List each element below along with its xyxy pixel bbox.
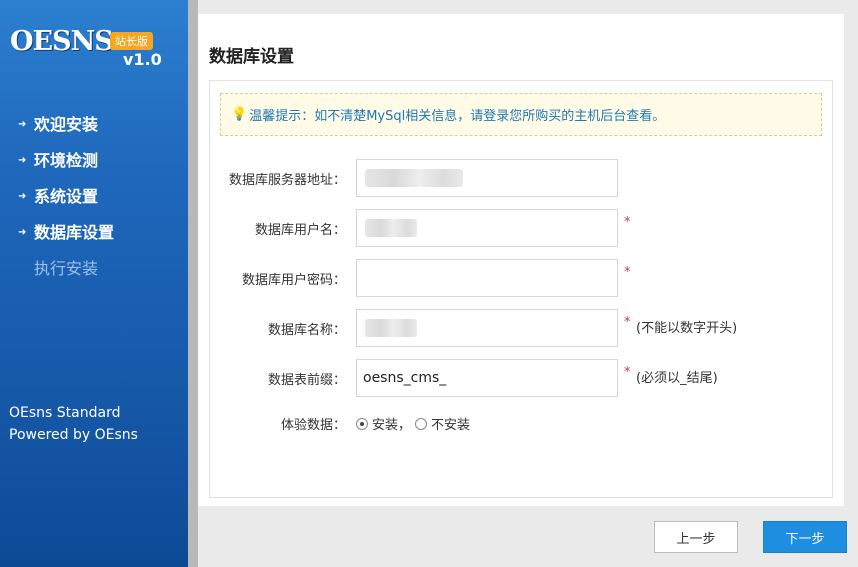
sidebar: OESNS 站长版 v1.0 ➜ 欢迎安装 ➜ 环境检测 ➜ 系统设置 ➜ 数据库设置 … (0, 0, 188, 567)
demo-data-install-option[interactable]: 安装， (356, 414, 411, 433)
db-name-input[interactable] (356, 309, 618, 347)
nav-item-label: 执行安装 (34, 259, 99, 278)
lightbulb-icon: 💡 (231, 107, 248, 122)
redacted-value (365, 319, 417, 337)
nav-item-label: 欢迎安装 (34, 115, 99, 134)
nav-item-label: 环境检测 (34, 151, 99, 170)
tip-box: 💡 温馨提示：如不清楚MySql相关信息，请登录您所购买的主机后台查看。 (220, 93, 822, 136)
db-pass-label: 数据库用户密码： (241, 273, 346, 288)
tip-text: 温馨提示：如不清楚MySql相关信息，请登录您所购买的主机后台查看。 (249, 109, 666, 124)
prev-step-button[interactable]: 上一步 (654, 521, 738, 553)
form-row-demo-data: 体验数据： 安装， 不安装 (210, 414, 830, 434)
form-row-db-name: 数据库名称： * (不能以数字开头) (210, 309, 830, 347)
arrow-icon: ➜ (18, 119, 27, 130)
database-form: 💡 温馨提示：如不清楚MySql相关信息，请登录您所购买的主机后台查看。 数据库… (209, 80, 833, 498)
db-name-hint: (不能以数字开头) (636, 321, 738, 336)
required-mark: * (624, 215, 631, 230)
form-row-db-prefix: 数据表前缀： oesns_cms_ * (必须以_结尾) (210, 359, 830, 397)
required-mark: * (624, 315, 631, 330)
radio-skip[interactable] (415, 417, 428, 430)
next-step-button[interactable]: 下一步 (763, 521, 847, 553)
required-mark: * (624, 365, 631, 380)
nav-item-system-settings[interactable]: ➜ 系统设置 (0, 179, 188, 215)
main-panel: 数据库设置 💡 温馨提示：如不清楚MySql相关信息，请登录您所购买的主机后台查… (198, 14, 844, 506)
radio-install-label: 安装， (372, 418, 412, 433)
nav-item-run-install: 执行安装 (0, 251, 188, 287)
redacted-value (365, 169, 463, 187)
arrow-icon: ➜ (18, 155, 27, 166)
nav-item-database-settings[interactable]: ➜ 数据库设置 (0, 215, 188, 251)
db-prefix-input[interactable]: oesns_cms_ (356, 359, 618, 397)
db-prefix-hint: (必须以_结尾) (636, 371, 718, 386)
page-title: 数据库设置 (209, 47, 294, 67)
required-mark: * (624, 265, 631, 280)
db-name-label: 数据库名称： (267, 323, 346, 338)
sidebar-footer: OEsns Standard Powered by OEsns (9, 402, 138, 446)
form-row-db-host: 数据库服务器地址： (210, 159, 830, 197)
arrow-icon: ➜ (18, 191, 27, 202)
product-name: OEsns Standard (9, 405, 121, 421)
logo: OESNS 站长版 v1.0 (10, 26, 170, 76)
db-pass-input[interactable] (356, 259, 618, 297)
radio-install[interactable] (356, 417, 368, 430)
nav-item-label: 系统设置 (34, 187, 99, 206)
demo-data-skip-option[interactable]: 不安装 (415, 414, 470, 433)
radio-skip-label: 不安装 (431, 418, 471, 433)
redacted-value (365, 219, 417, 237)
arrow-icon: ➜ (18, 227, 27, 238)
version-label: v1.0 (123, 50, 162, 69)
form-row-db-pass: 数据库用户密码： * (210, 259, 830, 297)
form-row-db-user: 数据库用户名： * (210, 209, 830, 247)
edition-badge: 站长版 (110, 32, 153, 50)
logo-text: OESNS (10, 26, 114, 57)
powered-by: Powered by OEsns (9, 427, 138, 443)
nav-item-env-check[interactable]: ➜ 环境检测 (0, 143, 188, 179)
db-user-label: 数据库用户名： (254, 223, 346, 238)
demo-data-label: 体验数据： (280, 418, 346, 433)
db-host-label: 数据库服务器地址： (228, 173, 346, 188)
demo-data-radio-group: 安装， 不安装 (356, 414, 474, 433)
db-user-input[interactable] (356, 209, 618, 247)
db-prefix-label: 数据表前缀： (267, 373, 346, 388)
install-steps-nav: ➜ 欢迎安装 ➜ 环境检测 ➜ 系统设置 ➜ 数据库设置 执行安装 (0, 107, 188, 287)
sidebar-divider (188, 0, 198, 567)
nav-item-welcome[interactable]: ➜ 欢迎安装 (0, 107, 188, 143)
nav-item-label: 数据库设置 (34, 223, 115, 242)
db-host-input[interactable] (356, 159, 618, 197)
